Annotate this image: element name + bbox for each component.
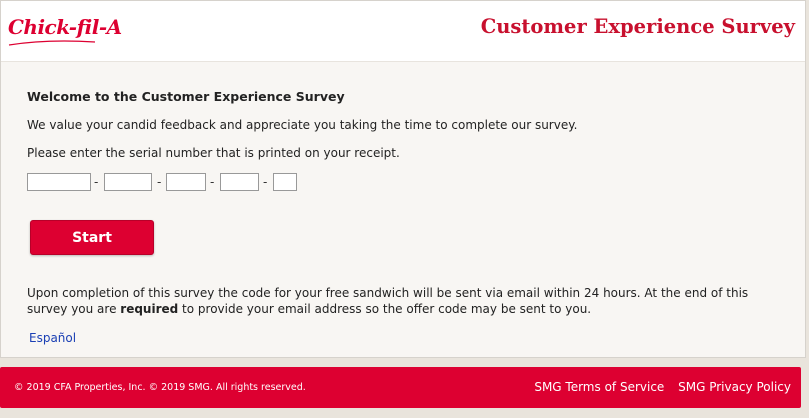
survey-frame: Chick-fil-A Customer Experience Survey W… bbox=[0, 0, 806, 358]
chick-fil-a-logo: Chick-fil-A bbox=[8, 15, 122, 39]
serial-separator: - bbox=[210, 175, 215, 189]
welcome-heading: Welcome to the Customer Experience Surve… bbox=[27, 89, 345, 104]
serial-field-4[interactable] bbox=[220, 173, 259, 191]
footer-links: SMG Terms of Service SMG Privacy Policy bbox=[524, 380, 791, 394]
serial-field-2[interactable] bbox=[104, 173, 152, 191]
serial-field-1[interactable] bbox=[27, 173, 91, 191]
terms-of-service-link[interactable]: SMG Terms of Service bbox=[534, 380, 664, 394]
serial-separator: - bbox=[157, 175, 162, 189]
serial-field-5[interactable] bbox=[273, 173, 297, 191]
language-link-espanol[interactable]: Español bbox=[29, 331, 76, 345]
page-title: Customer Experience Survey bbox=[480, 15, 795, 38]
footer: © 2019 CFA Properties, Inc. © 2019 SMG. … bbox=[0, 367, 801, 408]
intro-text: We value your candid feedback and apprec… bbox=[27, 118, 578, 132]
privacy-policy-link[interactable]: SMG Privacy Policy bbox=[678, 380, 791, 394]
serial-prompt: Please enter the serial number that is p… bbox=[27, 146, 400, 160]
logo-swoosh-icon bbox=[8, 40, 96, 46]
copyright-text: © 2019 CFA Properties, Inc. © 2019 SMG. … bbox=[14, 382, 306, 393]
note-text-end: to provide your email address so the off… bbox=[178, 302, 592, 316]
serial-separator: - bbox=[94, 175, 99, 189]
serial-field-3[interactable] bbox=[166, 173, 206, 191]
completion-note: Upon completion of this survey the code … bbox=[27, 285, 767, 317]
note-required: required bbox=[120, 302, 179, 316]
serial-separator: - bbox=[263, 175, 268, 189]
start-button[interactable]: Start bbox=[30, 220, 154, 255]
header: Chick-fil-A Customer Experience Survey bbox=[1, 1, 805, 62]
